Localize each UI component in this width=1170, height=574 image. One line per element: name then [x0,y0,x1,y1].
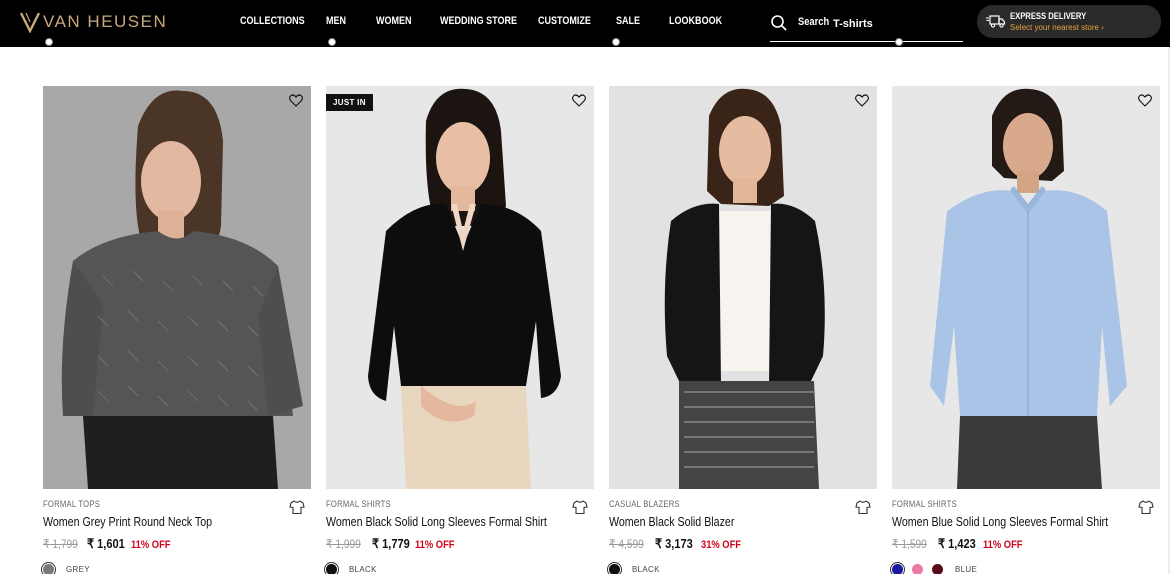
product-title[interactable]: Women Black Solid Blazer [609,514,734,529]
just-in-badge: JUST IN [326,94,373,111]
nav-wedding-store[interactable]: WEDDING STORE [440,15,520,27]
truck-icon [986,15,1006,28]
discount-label: 11% OFF [983,539,1023,551]
product-category: CASUAL BLAZERS [609,499,680,509]
tshirt-icon[interactable] [289,499,305,515]
search-bar[interactable]: Search [770,12,963,42]
brand-name: VAN HEUSEN [43,12,168,31]
color-swatch-grey[interactable] [43,564,54,574]
product-title[interactable]: Women Black Solid Long Sleeves Formal Sh… [326,514,547,529]
product-image[interactable] [609,86,877,489]
nav-women[interactable]: WOMEN [376,15,428,27]
wishlist-heart-icon[interactable] [1138,94,1152,107]
product-photo-woman-blue-shirt [892,86,1160,489]
color-label: BLUE [955,565,978,574]
color-swatches: BLACK [609,564,660,574]
nav-customize[interactable]: CUSTOMIZE [538,15,602,27]
color-swatches: GREY [43,564,90,574]
wishlist-heart-icon[interactable] [289,94,303,107]
color-swatch-maroon[interactable] [932,564,943,574]
color-swatch-pink[interactable] [912,564,923,574]
tshirt-icon[interactable] [855,499,871,515]
express-delivery-button[interactable]: EXPRESS DELIVERY Select your nearest sto… [977,5,1161,38]
color-swatches: BLACK [326,564,377,574]
nav-collections[interactable]: COLLECTIONS [240,15,311,27]
tshirt-icon[interactable] [572,499,588,515]
search-icon[interactable] [770,14,788,32]
original-price: ₹ 1,799 [43,537,78,551]
color-swatch-blue[interactable] [892,564,903,574]
discount-label: 31% OFF [701,539,742,551]
product-title[interactable]: Women Grey Print Round Neck Top [43,514,212,529]
sale-price: ₹ 1,423 [938,536,976,551]
search-label: Search [798,16,830,28]
express-delivery-title: EXPRESS DELIVERY [1010,11,1087,21]
color-label: GREY [66,565,90,574]
product-image[interactable]: JUST IN [326,86,594,489]
discount-label: 11% OFF [415,539,455,551]
select-store-link[interactable]: Select your nearest store › [1010,23,1104,32]
color-label: BLACK [349,565,377,574]
product-title[interactable]: Women Blue Solid Long Sleeves Formal Shi… [892,514,1108,529]
previous-row-swatch[interactable] [612,38,620,46]
product-photo-woman-grey-top [43,86,311,489]
color-swatches: BLUE [892,564,977,574]
search-input[interactable] [833,18,958,30]
color-swatch-black[interactable] [609,564,620,574]
previous-row-swatch[interactable] [328,38,336,46]
original-price: ₹ 1,599 [892,537,927,551]
product-category: FORMAL TOPS [43,499,101,509]
price-row: ₹ 4,599 ₹ 3,173 31% OFF [609,536,748,552]
color-swatch-black[interactable] [326,564,337,574]
wishlist-heart-icon[interactable] [855,94,869,107]
sale-price: ₹ 1,601 [87,536,125,551]
main-nav: COLLECTIONS MEN WOMEN WEDDING STORE CUST… [240,15,739,27]
price-row: ₹ 1,599 ₹ 1,423 11% OFF [892,536,1029,552]
product-photo-woman-black-shirt [326,86,594,489]
tshirt-icon[interactable] [1138,499,1154,515]
logo-v-icon [20,12,40,33]
product-image[interactable] [43,86,311,489]
product-photo-woman-black-blazer [609,86,877,489]
previous-row-swatch[interactable] [895,38,903,46]
product-category: FORMAL SHIRTS [326,499,391,509]
nav-men[interactable]: MEN [326,15,367,27]
product-category: FORMAL SHIRTS [892,499,957,509]
product-image[interactable] [892,86,1160,489]
brand-logo[interactable]: VAN HEUSEN [20,11,167,33]
color-label: BLACK [632,565,660,574]
original-price: ₹ 1,999 [326,537,361,551]
nav-sale[interactable]: SALE [616,15,659,27]
nav-lookbook[interactable]: LOOKBOOK [669,15,726,27]
sale-price: ₹ 1,779 [372,536,410,551]
price-row: ₹ 1,999 ₹ 1,779 11% OFF [326,536,461,552]
price-row: ₹ 1,799 ₹ 1,601 11% OFF [43,536,177,552]
site-header: VAN HEUSEN COLLECTIONS MEN WOMEN WEDDING… [0,0,1170,47]
previous-row-swatch[interactable] [45,38,53,46]
sale-price: ₹ 3,173 [655,536,693,551]
wishlist-heart-icon[interactable] [572,94,586,107]
discount-label: 11% OFF [131,539,171,551]
original-price: ₹ 4,599 [609,537,644,551]
